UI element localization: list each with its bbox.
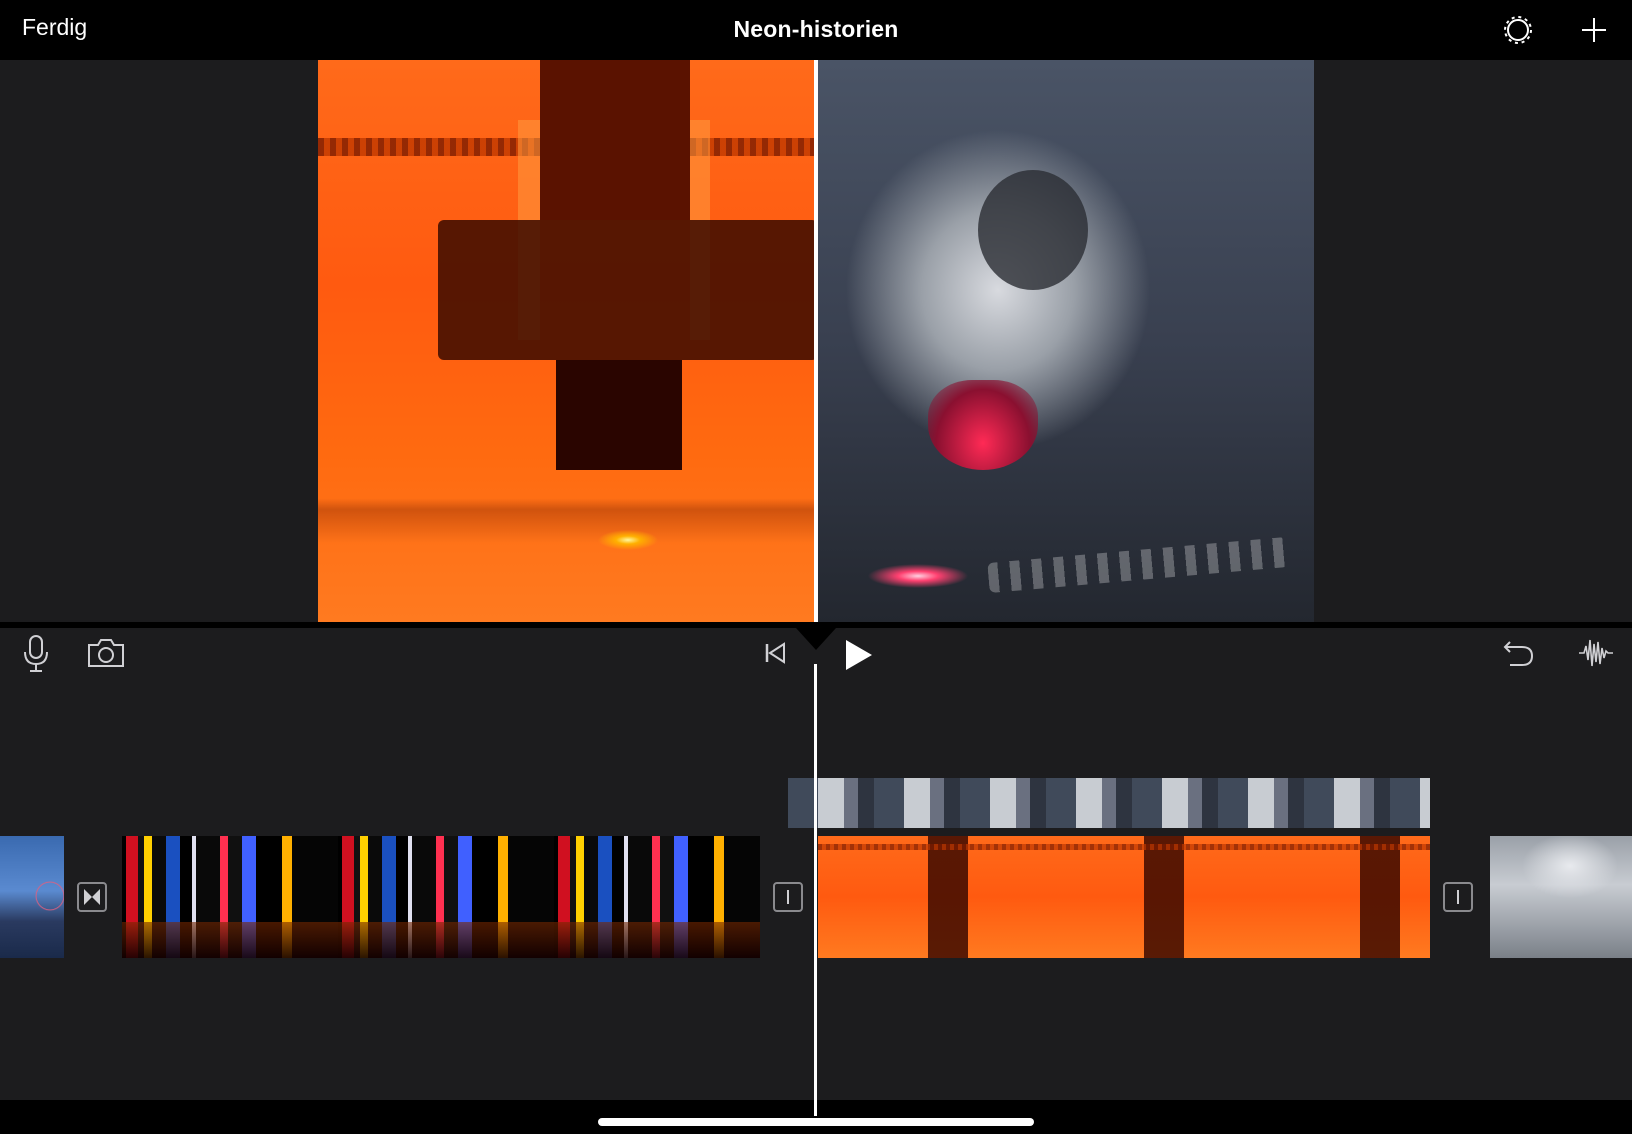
laser-nozzle (556, 360, 682, 470)
cut-line-dots (987, 536, 1289, 594)
clip-laser-overlay[interactable] (788, 778, 1430, 828)
transition-none-icon[interactable] (1443, 882, 1473, 912)
clip-neon-city[interactable] (122, 836, 760, 958)
playhead[interactable] (814, 664, 817, 1116)
split-left-video (318, 60, 818, 622)
microphone-icon[interactable] (20, 634, 52, 674)
plus-icon[interactable] (1576, 12, 1612, 48)
playhead-marker (796, 628, 836, 650)
video-viewer[interactable] (0, 60, 1632, 622)
split-right-video (818, 60, 1314, 622)
clip-laser-orange[interactable] (818, 836, 1430, 958)
imovie-editor: Ferdig Neon-historien (0, 0, 1632, 1134)
transition-cross-dissolve-icon[interactable] (77, 882, 107, 912)
project-title: Neon-historien (733, 16, 899, 42)
timeline[interactable] (0, 628, 1632, 1116)
play-icon[interactable] (844, 638, 874, 672)
clip-ferris-wheel[interactable] (0, 836, 64, 958)
laser-head-detail (978, 170, 1088, 290)
audio-waveform-icon[interactable] (1578, 636, 1614, 670)
gear-icon[interactable] (1500, 12, 1536, 48)
transition-none-icon[interactable] (773, 882, 803, 912)
viewer-frame (318, 60, 1314, 622)
laser-column (540, 60, 690, 220)
home-indicator[interactable] (598, 1118, 1034, 1126)
laser-head-body (438, 220, 818, 360)
skip-to-start-icon[interactable] (764, 640, 788, 666)
top-bar: Ferdig Neon-historien (0, 0, 1632, 60)
undo-icon[interactable] (1502, 636, 1536, 670)
laser-red-glow (928, 380, 1038, 470)
camera-icon[interactable] (86, 636, 126, 670)
clip-steaming-pot[interactable] (1490, 836, 1632, 958)
